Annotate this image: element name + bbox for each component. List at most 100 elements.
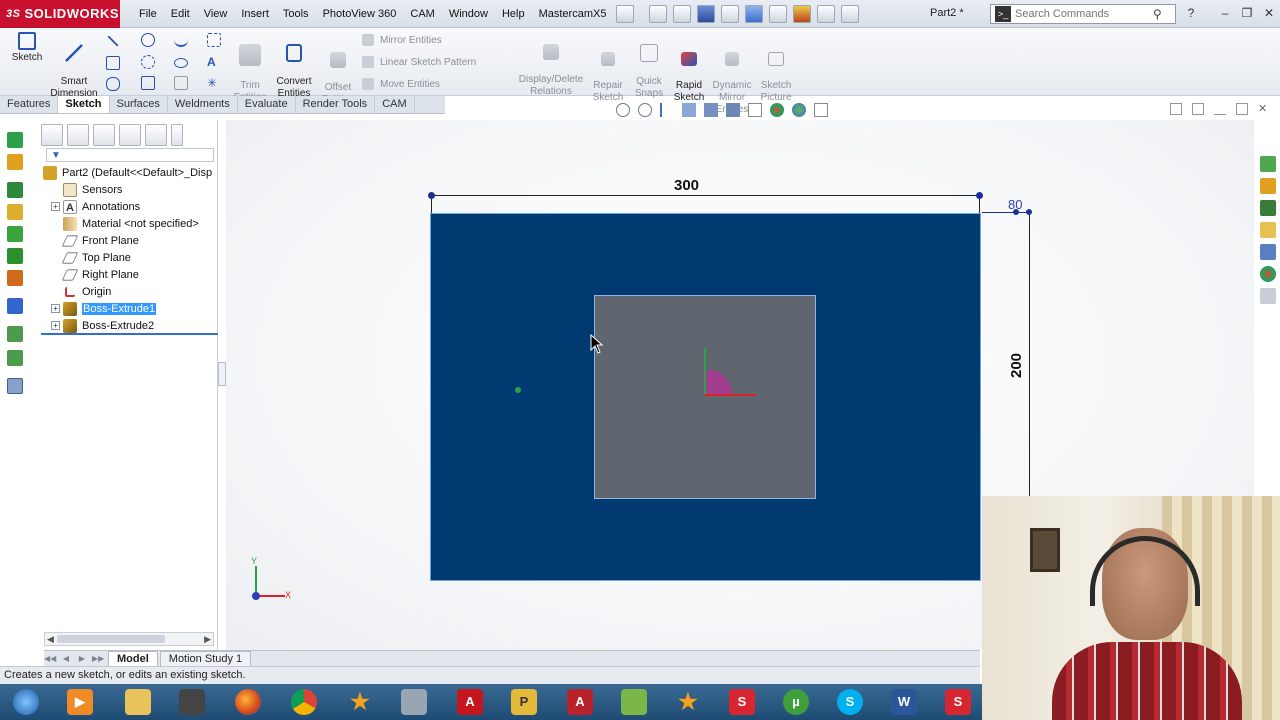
prev-tab-icon[interactable]: ◀ bbox=[60, 653, 72, 665]
height-dimension[interactable]: 200 bbox=[1008, 353, 1025, 378]
dimension-endpoint[interactable] bbox=[976, 192, 983, 199]
tree-item-boss-extrude1[interactable]: + Boss-Extrude1 bbox=[51, 300, 158, 317]
tree-filter[interactable]: ▼ bbox=[46, 148, 214, 162]
scroll-right-icon[interactable]: ▶ bbox=[204, 633, 211, 645]
new-file-icon[interactable] bbox=[649, 4, 668, 23]
dimension-endpoint[interactable] bbox=[428, 192, 435, 199]
open-file-icon[interactable] bbox=[673, 4, 692, 23]
options-icon[interactable] bbox=[841, 4, 860, 23]
viewport-close-icon[interactable]: ✕ bbox=[1258, 103, 1270, 115]
solidworks-logo[interactable]: 3S SOLIDWORKS bbox=[0, 0, 120, 28]
wireframe-icon[interactable] bbox=[7, 326, 23, 342]
convert-entities-button[interactable]: Convert Entities bbox=[272, 32, 316, 100]
tree-item-top-plane[interactable]: Top Plane bbox=[51, 249, 131, 266]
help-icon[interactable]: ? bbox=[1184, 6, 1198, 20]
taskbar-skype[interactable]: S bbox=[830, 687, 870, 717]
trim-entities-button[interactable]: Trim Entities bbox=[228, 32, 272, 104]
configuration-manager-tab-icon[interactable] bbox=[93, 124, 115, 146]
operations-icon[interactable] bbox=[7, 226, 23, 242]
linear-sketch-pattern-button[interactable]: Linear Sketch Pattern bbox=[362, 56, 476, 68]
pin-icon[interactable] bbox=[616, 4, 635, 23]
measure-icon[interactable] bbox=[7, 378, 23, 394]
tab-evaluate[interactable]: Evaluate bbox=[238, 96, 296, 113]
select-icon[interactable] bbox=[769, 4, 788, 23]
taskbar-star-app[interactable]: ★ bbox=[340, 687, 380, 717]
spline-icon[interactable] bbox=[174, 33, 188, 47]
scroll-left-icon[interactable]: ◀ bbox=[47, 633, 54, 645]
line-icon[interactable] bbox=[107, 35, 119, 47]
expand-icon[interactable]: + bbox=[51, 202, 60, 211]
taskbar-firefox[interactable] bbox=[228, 687, 268, 717]
view-palette-icon[interactable] bbox=[1260, 244, 1276, 260]
tab-sketch[interactable]: Sketch bbox=[58, 96, 110, 113]
polygon-icon[interactable] bbox=[141, 76, 155, 90]
design-library-icon[interactable] bbox=[1260, 200, 1276, 216]
taskbar-chrome[interactable] bbox=[284, 687, 324, 717]
apply-scene-icon[interactable] bbox=[792, 103, 806, 117]
quick-snaps-button[interactable]: Quick Snaps bbox=[630, 32, 668, 100]
search-commands[interactable]: >_ ⚲ bbox=[990, 4, 1176, 24]
sketch-button[interactable]: Sketch bbox=[8, 32, 46, 64]
arc-icon[interactable] bbox=[141, 55, 155, 69]
taskbar-star-app-2[interactable]: ★ bbox=[668, 687, 708, 717]
menu-tools[interactable]: Tools bbox=[276, 0, 316, 28]
section-view-icon[interactable] bbox=[682, 103, 696, 117]
menu-view[interactable]: View bbox=[197, 0, 235, 28]
dimxpert-tab-icon[interactable] bbox=[119, 124, 141, 146]
menu-insert[interactable]: Insert bbox=[234, 0, 276, 28]
mastercam-icon[interactable] bbox=[7, 132, 23, 148]
circle-icon[interactable] bbox=[141, 33, 155, 47]
save-icon[interactable] bbox=[697, 4, 716, 23]
property-manager-tab-icon[interactable] bbox=[67, 124, 89, 146]
mirror-entities-button[interactable]: Mirror Entities bbox=[362, 34, 442, 46]
start-button[interactable] bbox=[6, 687, 46, 717]
width-dimension[interactable]: 300 bbox=[674, 177, 699, 194]
display-manager-tab-icon[interactable] bbox=[145, 124, 167, 146]
taskbar-autocad[interactable]: A bbox=[450, 687, 490, 717]
viewport-minimize-icon[interactable] bbox=[1214, 103, 1226, 115]
file-properties-icon[interactable] bbox=[817, 4, 836, 23]
viewport-layout-icon[interactable] bbox=[1170, 103, 1182, 115]
tree-horizontal-scrollbar[interactable]: ◀ ▶ bbox=[44, 632, 214, 646]
menu-file[interactable]: File bbox=[132, 0, 164, 28]
tab-render-tools[interactable]: Render Tools bbox=[296, 96, 376, 113]
smart-dimension-button[interactable]: Smart Dimension bbox=[50, 32, 98, 100]
tree-item-front-plane[interactable]: Front Plane bbox=[51, 232, 139, 249]
tree-item-boss-extrude2[interactable]: + Boss-Extrude2 bbox=[51, 317, 154, 334]
taskbar-word[interactable]: W bbox=[884, 687, 924, 717]
tree-item-sensors[interactable]: Sensors bbox=[51, 181, 122, 198]
feature-manager-tab-icon[interactable] bbox=[41, 124, 63, 146]
expand-icon[interactable]: + bbox=[51, 321, 60, 330]
taskbar-notes-app[interactable] bbox=[614, 687, 654, 717]
zoom-to-fit-icon[interactable] bbox=[616, 103, 630, 117]
view-settings-icon[interactable] bbox=[814, 103, 828, 117]
menu-help[interactable]: Help bbox=[495, 0, 532, 28]
taskbar-pro-app[interactable]: P bbox=[504, 687, 544, 717]
move-entities-button[interactable]: Move Entities bbox=[362, 78, 440, 90]
first-tab-icon[interactable]: ◀◀ bbox=[44, 653, 56, 665]
tree-item-origin[interactable]: Origin bbox=[51, 283, 111, 300]
taskbar-cad-app[interactable]: A bbox=[560, 687, 600, 717]
tab-model[interactable]: Model bbox=[108, 651, 158, 666]
viewport-restore-icon[interactable] bbox=[1236, 103, 1248, 115]
last-tab-icon[interactable]: ▶▶ bbox=[92, 653, 104, 665]
taskbar-explorer[interactable] bbox=[118, 687, 158, 717]
taskbar-media-player[interactable]: ▶ bbox=[60, 687, 100, 717]
ellipse-icon[interactable] bbox=[174, 58, 188, 68]
depth-dimension[interactable]: 80 bbox=[1008, 197, 1022, 212]
rectangle-icon[interactable] bbox=[106, 56, 120, 70]
menu-cam[interactable]: CAM bbox=[403, 0, 441, 28]
next-tab-icon[interactable]: ▶ bbox=[76, 653, 88, 665]
tree-root[interactable]: Part2 (Default<<Default>_Disp bbox=[43, 164, 212, 181]
sketch-point[interactable] bbox=[515, 387, 521, 393]
search-icon[interactable]: ⚲ bbox=[1153, 7, 1162, 21]
undo-icon[interactable] bbox=[745, 4, 764, 23]
viewport-split-icon[interactable] bbox=[1192, 103, 1204, 115]
custom-properties-icon[interactable] bbox=[1260, 288, 1276, 304]
edit-appearance-icon[interactable] bbox=[770, 103, 784, 117]
restore-icon[interactable]: ❐ bbox=[1240, 6, 1254, 20]
hide-show-items-icon[interactable] bbox=[748, 103, 762, 117]
tab-motion-study[interactable]: Motion Study 1 bbox=[159, 651, 252, 666]
stock-icon[interactable] bbox=[7, 182, 23, 198]
rebuild-icon[interactable] bbox=[793, 4, 812, 23]
